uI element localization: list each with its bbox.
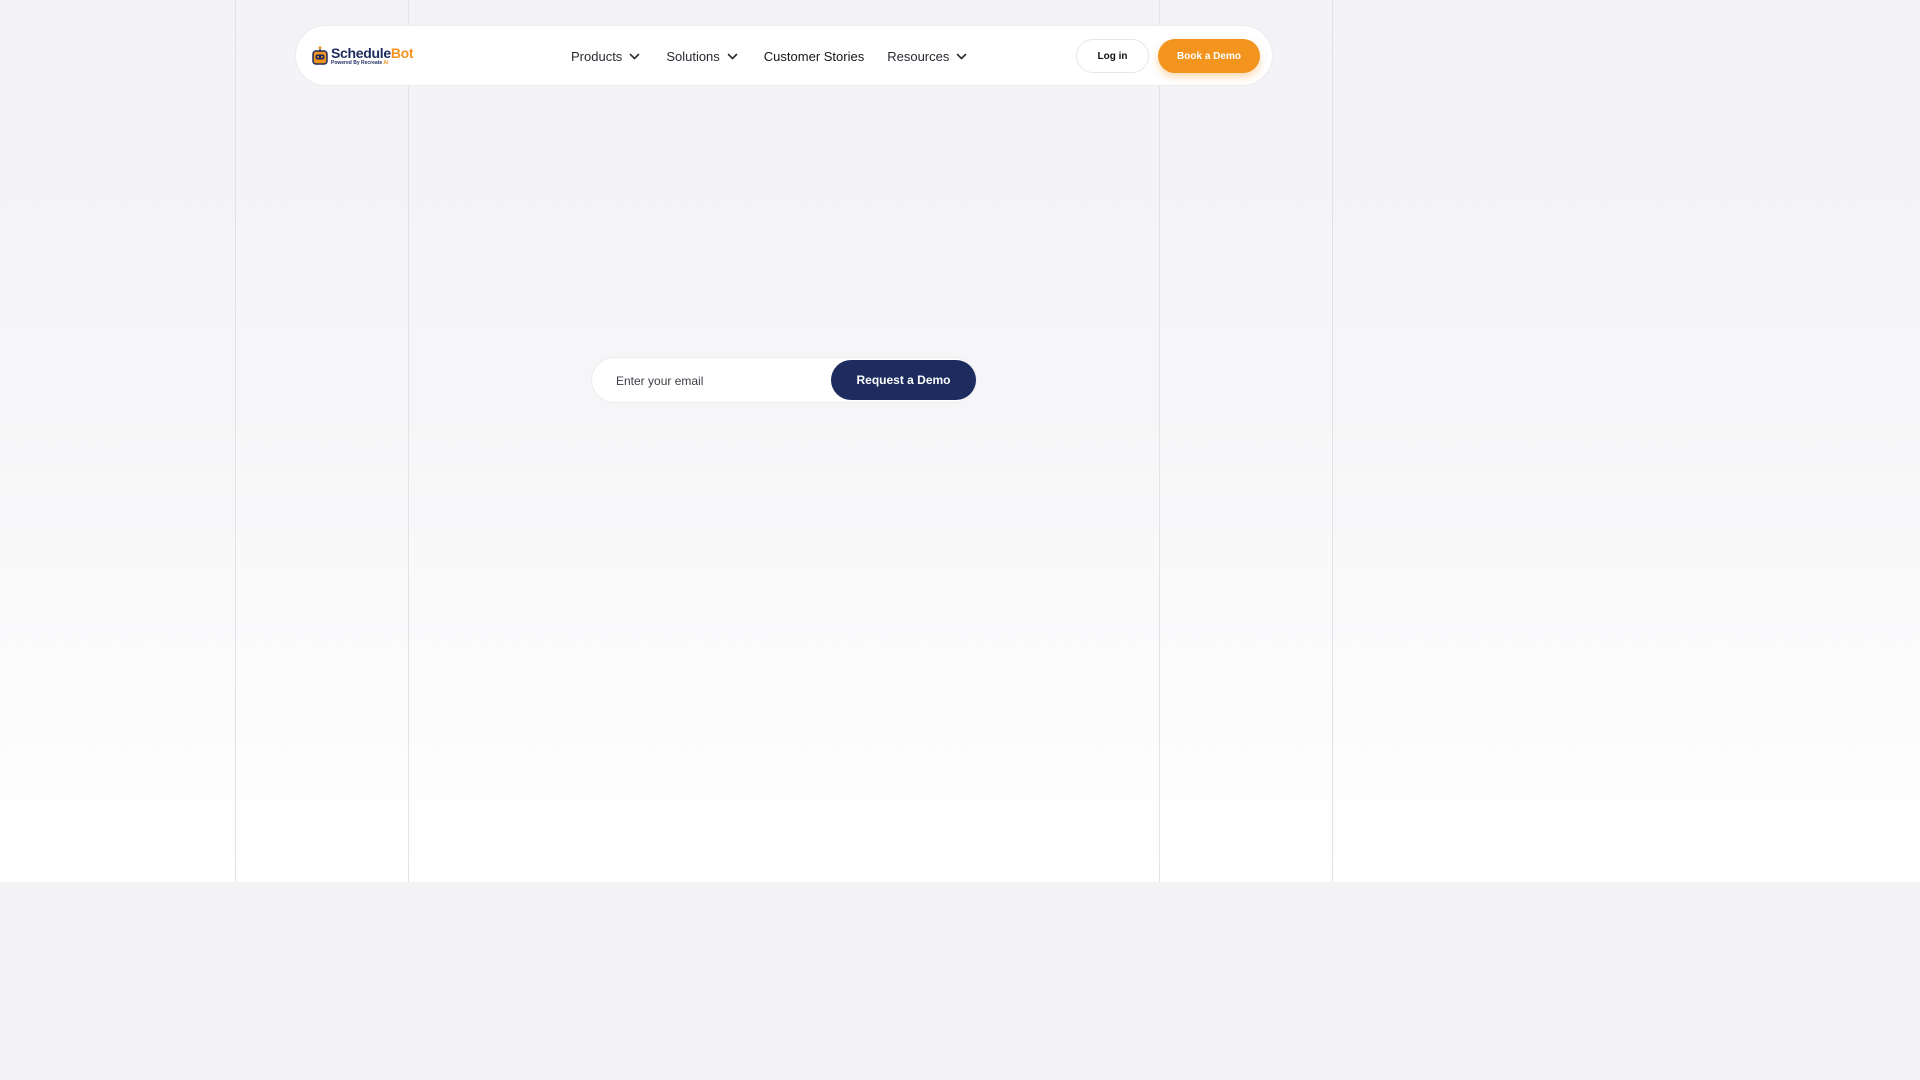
nav-item-label: Customer Stories — [763, 49, 865, 64]
main-nav: Products Solutions Customer Stories Reso… — [571, 26, 967, 87]
chevron-down-icon — [727, 51, 738, 62]
nav-item-label: Products — [571, 49, 623, 64]
nav-item-resources[interactable]: Resources — [887, 49, 967, 64]
nav-item-label: Resources — [887, 49, 950, 64]
brand-tagline: Powered By Recreate AI — [331, 60, 389, 66]
brand-name: ScheduleBot — [331, 45, 414, 61]
book-demo-button[interactable]: Book a Demo — [1158, 39, 1260, 73]
login-button[interactable]: Log in — [1076, 39, 1149, 73]
nav-item-solutions[interactable]: Solutions — [666, 49, 738, 64]
nav-item-products[interactable]: Products — [571, 49, 640, 64]
layout-guide-line — [1332, 0, 1333, 882]
robot-logo-icon — [311, 46, 329, 66]
demo-request-form: Request a Demo — [591, 357, 977, 403]
chevron-down-icon — [629, 51, 640, 62]
layout-guide-line — [235, 0, 236, 882]
chevron-down-icon — [956, 51, 967, 62]
brand-logo[interactable]: ScheduleBot Powered By Recreate AI — [311, 44, 414, 68]
nav-item-customer-stories[interactable]: Customer Stories — [764, 49, 864, 64]
top-navigation-bar: ScheduleBot Powered By Recreate AI Produ… — [295, 25, 1273, 86]
nav-item-label: Solutions — [666, 49, 720, 64]
email-input[interactable] — [616, 368, 826, 394]
layout-guide-line — [408, 0, 409, 882]
request-demo-button[interactable]: Request a Demo — [831, 360, 976, 400]
layout-guide-line — [1159, 0, 1160, 882]
